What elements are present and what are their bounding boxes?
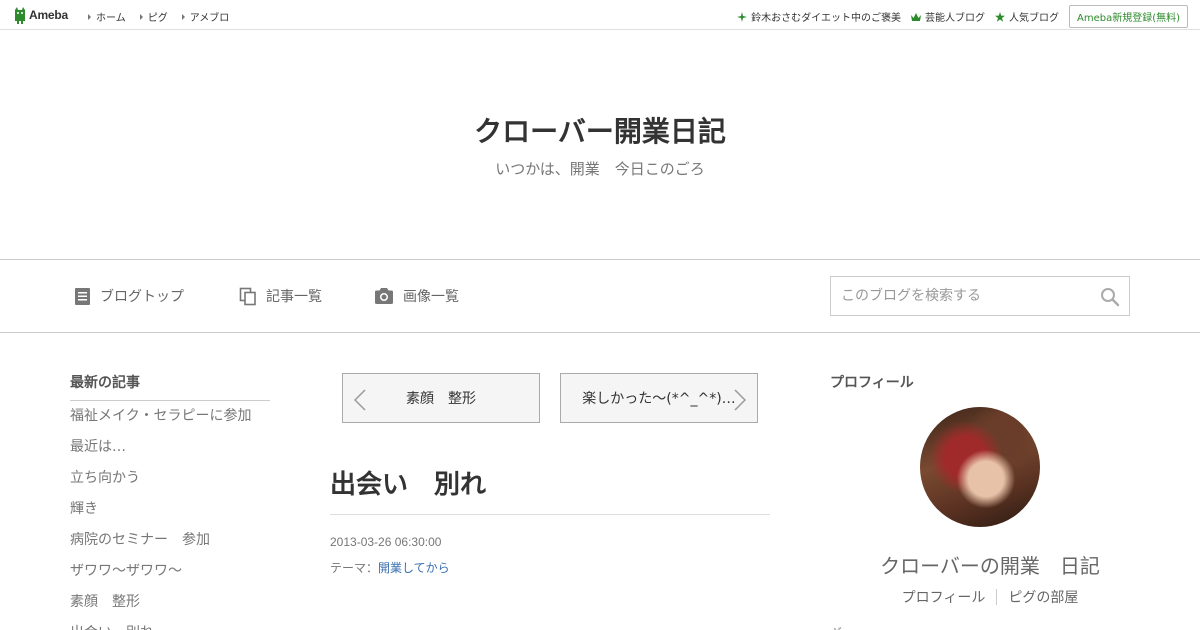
entry-date: 2013-03-26 06:30:00 — [330, 535, 442, 549]
global-nav-label: ピグ — [147, 13, 168, 24]
global-nav: ホーム ピグ アメブロ — [88, 9, 243, 24]
global-header: Ameba ホーム ピグ アメブロ 鈴木おさむダイエット中のご褒美 芸能人ブログ — [0, 0, 1200, 30]
recent-entries-list: 福祉メイク・セラピーに参加 最近は… 立ち向かう 輝き 病院のセミナー 参加 ザ… — [70, 401, 270, 630]
promo-link-label: 鈴木おさむダイエット中のご褒美 — [751, 13, 901, 24]
prev-entry-label: 素顔 整形 — [406, 391, 476, 407]
sparkle-icon — [737, 11, 748, 22]
global-nav-label: アメブロ — [189, 13, 230, 24]
nav-label: 画像一覧 — [403, 289, 459, 305]
entry-theme: テーマ：開業してから — [330, 559, 450, 576]
signup-button[interactable]: Ameba新規登録(無料) — [1068, 5, 1188, 28]
entry-title[interactable]: 出会い 別れ — [330, 464, 486, 501]
recent-entry-link[interactable]: 病院のセミナー 参加 — [70, 525, 270, 556]
popular-blog-label: 人気ブログ — [1008, 13, 1059, 24]
triangle-right-icon — [181, 13, 185, 20]
blog-nav: ブログトップ 記事一覧 画像一覧 — [0, 259, 1200, 333]
copy-icon — [239, 287, 256, 305]
recent-entry-link[interactable]: 素顔 整形 — [70, 587, 270, 618]
recent-entries-title: 最新の記事 — [70, 372, 270, 401]
profile-section: プロフィール — [830, 372, 1130, 400]
nav-label: ブログトップ — [100, 289, 184, 305]
profile-avatar[interactable] — [920, 407, 1040, 527]
celebrity-blog-link[interactable]: 芸能人ブログ — [910, 9, 985, 24]
recent-entry-link[interactable]: 最近は… — [70, 432, 270, 463]
search-input[interactable] — [831, 277, 1091, 315]
pigg-room-link[interactable]: ピグの部屋 — [997, 587, 1089, 607]
global-nav-home[interactable]: ホーム — [88, 9, 126, 24]
camera-icon — [375, 288, 393, 304]
profile-link[interactable]: プロフィール — [891, 587, 997, 607]
celebrity-blog-label: 芸能人ブログ — [924, 13, 985, 24]
recent-entry-link[interactable]: 出会い 別れ — [70, 618, 270, 630]
crown-icon — [910, 12, 921, 21]
blog-search — [830, 276, 1130, 316]
profile-links: プロフィール ピグの部屋 — [830, 587, 1150, 607]
logo-text: Ameba — [29, 8, 69, 22]
recent-entry-link[interactable]: ザワワ～ザワワ～ — [70, 556, 270, 587]
nav-entry-list[interactable]: 記事一覧 — [239, 286, 322, 306]
profile-title: プロフィール — [830, 375, 914, 391]
blog-subtitle: いつかは、開業 今日このごろ — [495, 160, 705, 178]
chevron-left-icon — [354, 389, 366, 411]
prev-entry-button[interactable]: 素顔 整形 — [342, 373, 540, 423]
entry-divider — [330, 514, 770, 515]
ameba-logo[interactable]: Ameba — [13, 6, 68, 24]
recent-entry-link[interactable]: 立ち向かう — [70, 463, 270, 494]
chevron-right-icon — [734, 389, 746, 411]
next-entry-label: 楽しかった～(*^_^*)… — [582, 391, 736, 407]
entry-theme-link[interactable]: 開業してから — [378, 561, 450, 575]
search-icon[interactable] — [1100, 287, 1120, 307]
recent-entry-link[interactable]: 輝き — [70, 494, 270, 525]
blog-title[interactable]: クローバー開業日記 — [0, 110, 1200, 150]
global-nav-label: ホーム — [96, 13, 126, 24]
nav-label: 記事一覧 — [266, 289, 322, 305]
next-entry-button[interactable]: 楽しかった～(*^_^*)… — [560, 373, 758, 423]
global-right-links: 鈴木おさむダイエット中のご褒美 芸能人ブログ 人気ブログ Ameba新規登録(無… — [737, 5, 1188, 28]
profile-name[interactable]: クローバーの開業 日記 — [830, 550, 1150, 579]
global-nav-ameblo[interactable]: アメブロ — [181, 9, 230, 24]
recent-entry-link[interactable]: 福祉メイク・セラピーに参加 — [70, 401, 270, 432]
triangle-right-icon — [88, 13, 91, 20]
nav-image-list[interactable]: 画像一覧 — [374, 286, 459, 306]
promo-link[interactable]: 鈴木おさむダイエット中のご褒美 — [737, 9, 901, 24]
document-icon — [75, 287, 90, 305]
profile-more-text: ギ — [830, 624, 842, 630]
ameba-mascot-icon — [15, 7, 25, 24]
nav-blog-top[interactable]: ブログトップ — [74, 286, 184, 306]
global-nav-pigg[interactable]: ピグ — [139, 9, 168, 24]
triangle-right-icon — [139, 13, 143, 20]
entry-theme-prefix: テーマ： — [330, 561, 379, 575]
recent-entries: 最新の記事 福祉メイク・セラピーに参加 最近は… 立ち向かう 輝き 病院のセミナ… — [70, 372, 270, 630]
star-icon — [994, 11, 1005, 22]
popular-blog-link[interactable]: 人気ブログ — [994, 9, 1059, 24]
